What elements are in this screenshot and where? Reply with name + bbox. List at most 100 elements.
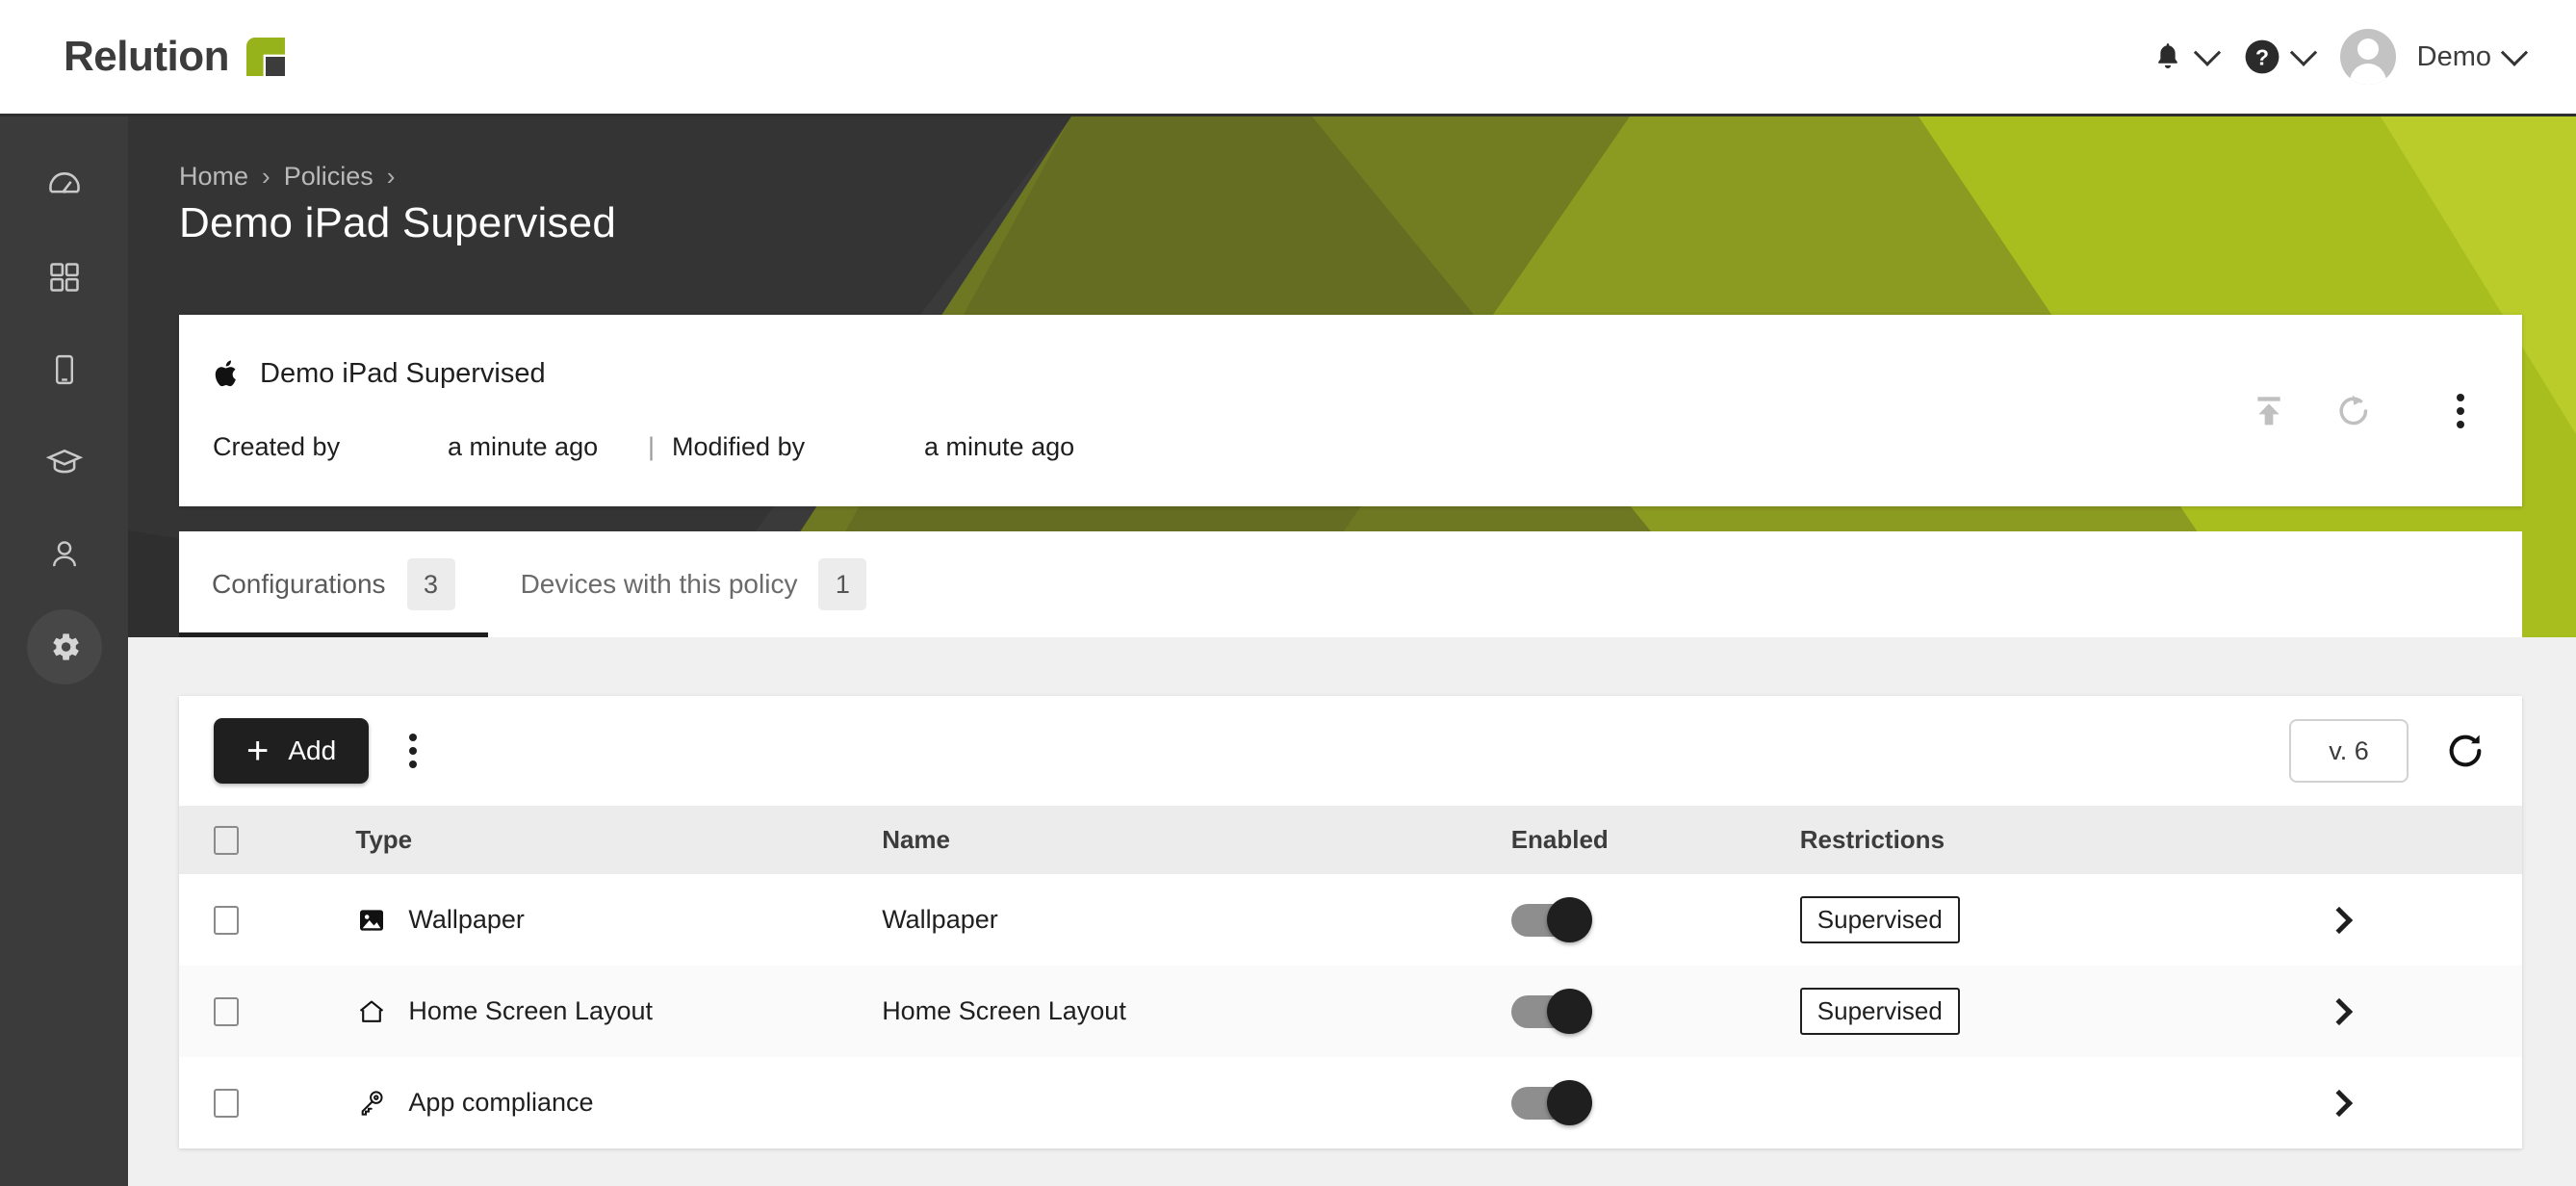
chevron-right-icon[interactable] — [2325, 906, 2354, 934]
policy-card-actions — [2247, 315, 2487, 506]
table-row[interactable]: App compliance — [179, 1057, 2522, 1148]
more-vertical-icon[interactable] — [2434, 384, 2487, 438]
toolbar-right-actions: v. 6 — [2289, 719, 2487, 783]
chevron-down-icon — [2289, 39, 2317, 66]
breadcrumb-item-policies[interactable]: Policies — [284, 162, 374, 192]
chevron-down-icon — [2193, 39, 2221, 66]
enabled-toggle[interactable] — [1510, 988, 1592, 1034]
restriction-badge: Supervised — [1799, 988, 1960, 1035]
top-bar-actions: ? Demo — [2138, 29, 2537, 85]
row-enabled-cell — [1510, 966, 1800, 1057]
table-head: Type Name Enabled Restrictions — [179, 806, 2522, 874]
enabled-toggle[interactable] — [1510, 896, 1592, 942]
row-open-cell — [2325, 1057, 2522, 1148]
chevron-down-icon — [2500, 39, 2529, 66]
svg-text:?: ? — [2255, 45, 2269, 70]
content-area: + Add v. 6 Type Name Enabled Restriction… — [128, 637, 2576, 1186]
table-row[interactable]: Wallpaper Wallpaper Supervised — [179, 874, 2522, 966]
tab-badge: 3 — [406, 558, 455, 610]
meta-divider: | — [648, 432, 656, 461]
created-time: a minute ago — [448, 432, 599, 461]
question-circle-icon: ? — [2244, 39, 2280, 75]
help-menu[interactable]: ? — [2230, 39, 2327, 75]
notifications-menu[interactable] — [2138, 39, 2230, 74]
select-all-checkbox[interactable] — [214, 825, 239, 855]
bell-icon — [2151, 39, 2184, 74]
brand-name: Relution — [64, 33, 229, 80]
page-title: Demo iPad Supervised — [179, 199, 617, 246]
policy-info-title-row: Demo iPad Supervised — [213, 357, 546, 390]
breadcrumb-separator: › — [386, 162, 396, 191]
row-type-cell: Home Screen Layout — [355, 966, 882, 1057]
row-name-cell — [882, 1057, 1511, 1148]
tab-configurations[interactable]: Configurations 3 — [179, 531, 488, 637]
chevron-right-icon[interactable] — [2325, 1089, 2354, 1117]
refresh-icon[interactable] — [2443, 729, 2487, 773]
user-name: Demo — [2416, 40, 2491, 72]
tab-label: Configurations — [212, 569, 386, 599]
column-header-restrictions: Restrictions — [1799, 825, 1945, 854]
sidebar — [0, 116, 128, 1186]
sidebar-item-apps[interactable] — [27, 240, 102, 315]
brand-logo[interactable]: Relution — [64, 33, 285, 81]
configurations-card: + Add v. 6 Type Name Enabled Restriction… — [179, 696, 2522, 1148]
more-vertical-icon[interactable] — [386, 724, 440, 778]
tab-label: Devices with this policy — [520, 569, 798, 599]
avatar — [2339, 29, 2396, 85]
row-checkbox[interactable] — [214, 905, 239, 935]
column-header-type: Type — [355, 825, 413, 854]
row-restrictions-cell: Supervised — [1799, 966, 2330, 1057]
reset-icon[interactable] — [2331, 389, 2376, 433]
key-icon — [355, 1087, 388, 1120]
breadcrumb-item-home[interactable]: Home — [179, 162, 248, 192]
row-type-label: Home Screen Layout — [408, 996, 654, 1025]
publish-icon[interactable] — [2247, 389, 2291, 433]
column-header-actions — [2330, 806, 2522, 874]
sidebar-item-education[interactable] — [27, 425, 102, 500]
user-menu[interactable]: Demo — [2327, 29, 2537, 85]
tab-badge: 1 — [818, 558, 867, 610]
row-restrictions-cell: Supervised — [1799, 874, 2330, 966]
row-name-cell: Wallpaper — [882, 905, 998, 934]
sidebar-item-devices[interactable] — [27, 332, 102, 407]
sidebar-item-settings[interactable] — [26, 609, 102, 684]
version-selector[interactable]: v. 6 — [2289, 719, 2409, 783]
tab-devices-with-this-policy[interactable]: Devices with this policy 1 — [488, 531, 900, 637]
column-header-name: Name — [882, 825, 951, 854]
apple-icon — [213, 357, 241, 390]
chevron-right-icon[interactable] — [2325, 997, 2354, 1025]
add-button[interactable]: + Add — [214, 718, 370, 784]
row-type-label: Wallpaper — [408, 905, 525, 934]
sidebar-item-dashboard[interactable] — [27, 147, 102, 222]
row-enabled-cell — [1510, 874, 1800, 966]
brand-mark-icon — [245, 38, 285, 76]
policy-name: Demo iPad Supervised — [260, 357, 546, 389]
tabs-bar: Configurations 3 Devices with this polic… — [179, 531, 2522, 637]
created-by-label: Created by — [213, 432, 341, 461]
row-type-cell: App compliance — [355, 1057, 882, 1148]
row-open-cell — [2325, 966, 2522, 1057]
row-checkbox[interactable] — [214, 996, 239, 1026]
configurations-table: Type Name Enabled Restrictions Wallpaper… — [179, 806, 2522, 1148]
app-root: Relution ? Demo Home › Policies › Demo i… — [0, 0, 2576, 1186]
restriction-badge: Supervised — [1799, 896, 1960, 943]
sidebar-item-users[interactable] — [27, 517, 102, 592]
row-select-cell — [179, 966, 355, 1057]
enabled-toggle[interactable] — [1510, 1079, 1592, 1125]
row-checkbox[interactable] — [214, 1088, 239, 1118]
table-row[interactable]: Home Screen Layout Home Screen Layout Su… — [179, 966, 2522, 1057]
row-name-cell: Home Screen Layout — [882, 996, 1126, 1025]
modified-time: a minute ago — [924, 432, 1075, 461]
column-header-enabled: Enabled — [1510, 825, 1609, 854]
table-body: Wallpaper Wallpaper Supervised Home Scre… — [179, 874, 2522, 1148]
row-type-cell: Wallpaper — [355, 874, 882, 966]
row-type-label: App compliance — [408, 1088, 594, 1117]
row-select-cell — [179, 1057, 355, 1148]
row-open-cell — [2325, 874, 2522, 966]
row-select-cell — [179, 874, 355, 966]
add-button-label: Add — [288, 735, 337, 765]
breadcrumb-separator: › — [262, 162, 270, 191]
modified-by-label: Modified by — [672, 432, 806, 461]
table-header-row: Type Name Enabled Restrictions — [179, 806, 2522, 874]
policy-meta-row: Created by a minute ago | Modified by a … — [213, 432, 1074, 462]
